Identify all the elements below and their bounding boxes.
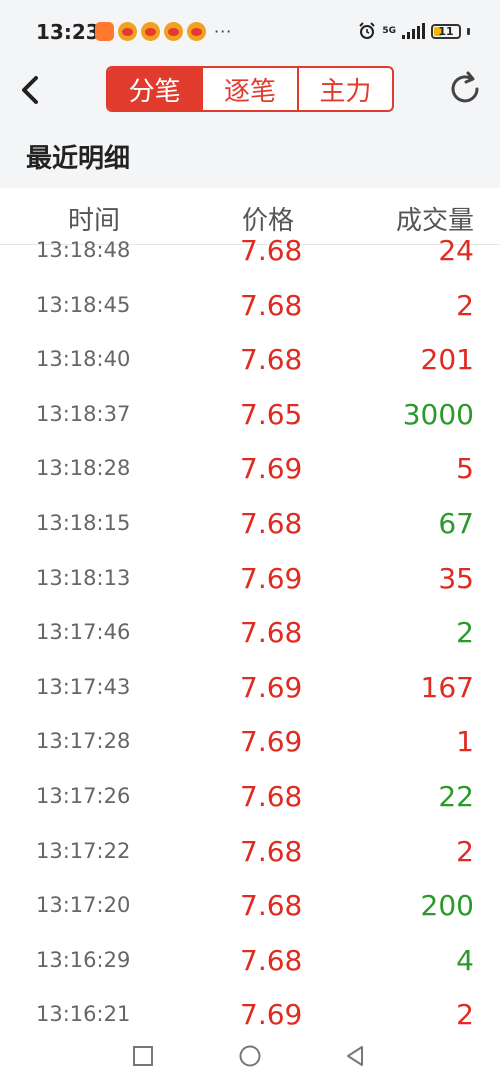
table-row: 13:17:28 7.69 1 bbox=[0, 717, 500, 772]
table-row: 13:16:21 7.69 2 bbox=[0, 990, 500, 1030]
trade-price: 7.69 bbox=[240, 725, 303, 759]
table-row: 13:17:20 7.68 200 bbox=[0, 881, 500, 936]
trade-price: 7.68 bbox=[240, 234, 303, 267]
weibo-icon bbox=[141, 22, 160, 41]
trade-time: 13:16:29 bbox=[36, 947, 131, 972]
trade-price: 7.69 bbox=[240, 452, 303, 486]
trade-list[interactable]: 13:18:48 7.68 24 13:18:45 7.68 2 13:18:40 7.68 2… bbox=[0, 228, 500, 1030]
trade-volume: 24 bbox=[438, 234, 474, 267]
system-icons: 5G 11 bbox=[358, 22, 470, 40]
table-row: 13:18:48 7.68 24 bbox=[0, 228, 500, 281]
signal-icon bbox=[402, 23, 425, 39]
refresh-icon bbox=[451, 71, 479, 103]
trade-time: 13:18:40 bbox=[36, 347, 131, 372]
network-type: 5G bbox=[382, 25, 396, 36]
trade-time: 13:17:46 bbox=[36, 620, 131, 645]
trade-time: 13:17:28 bbox=[36, 729, 131, 754]
trade-time: 13:17:26 bbox=[36, 783, 131, 808]
trade-time: 13:18:13 bbox=[36, 565, 131, 590]
back-nav-icon[interactable] bbox=[343, 1044, 367, 1068]
trade-volume: 67 bbox=[438, 506, 474, 540]
trade-time: 13:17:22 bbox=[36, 838, 131, 863]
trade-volume: 2 bbox=[456, 998, 474, 1030]
trade-price: 7.68 bbox=[240, 943, 303, 977]
table-row: 13:18:28 7.69 5 bbox=[0, 444, 500, 499]
table-row: 13:17:22 7.68 2 bbox=[0, 827, 500, 882]
tab-fenbi[interactable]: 分笔 bbox=[108, 68, 202, 110]
trade-time: 13:18:48 bbox=[36, 238, 131, 262]
trade-time: 13:18:15 bbox=[36, 510, 131, 535]
trade-volume: 3000 bbox=[402, 397, 474, 431]
trade-price: 7.69 bbox=[240, 561, 303, 595]
table-row: 13:17:46 7.68 2 bbox=[0, 608, 500, 663]
trade-time: 13:18:28 bbox=[36, 456, 131, 481]
battery-tip bbox=[467, 27, 470, 35]
trade-price: 7.68 bbox=[240, 343, 303, 377]
trade-volume: 35 bbox=[438, 561, 474, 595]
trade-price: 7.69 bbox=[240, 670, 303, 704]
trade-price: 7.68 bbox=[240, 616, 303, 650]
status-time: 13:23 bbox=[36, 20, 100, 44]
table-row: 13:18:15 7.68 67 bbox=[0, 499, 500, 554]
table-row: 13:18:37 7.65 3000 bbox=[0, 390, 500, 445]
table-row: 13:17:26 7.68 22 bbox=[0, 772, 500, 827]
trade-time: 13:17:20 bbox=[36, 893, 131, 918]
trade-volume: 2 bbox=[456, 288, 474, 322]
trade-time: 13:16:21 bbox=[36, 1002, 131, 1027]
table-row: 13:18:45 7.68 2 bbox=[0, 281, 500, 336]
battery-icon: 11 bbox=[431, 23, 461, 39]
table-row: 13:18:40 7.68 201 bbox=[0, 335, 500, 390]
home-icon[interactable] bbox=[238, 1044, 262, 1068]
trade-price: 7.69 bbox=[240, 998, 303, 1030]
table-row: 13:18:13 7.69 35 bbox=[0, 554, 500, 609]
shield-app-icon bbox=[95, 22, 114, 41]
more-notifications-icon: ··· bbox=[214, 22, 233, 41]
trade-price: 7.68 bbox=[240, 889, 303, 923]
notification-icons: ··· bbox=[95, 22, 232, 41]
trade-price: 7.65 bbox=[240, 397, 303, 431]
alarm-icon bbox=[359, 22, 376, 39]
trade-volume: 1 bbox=[456, 725, 474, 759]
header: 分笔 逐笔 主力 bbox=[0, 60, 500, 124]
section-header: 最近明细 bbox=[0, 124, 500, 188]
weibo-icon bbox=[118, 22, 137, 41]
tab-zhuli[interactable]: 主力 bbox=[296, 68, 392, 110]
section-title: 最近明细 bbox=[26, 144, 131, 174]
trade-volume: 2 bbox=[456, 616, 474, 650]
trade-price: 7.68 bbox=[240, 779, 303, 813]
weibo-icon bbox=[164, 22, 183, 41]
trade-price: 7.68 bbox=[240, 288, 303, 322]
recent-apps-icon[interactable] bbox=[131, 1044, 155, 1068]
trade-volume: 201 bbox=[420, 343, 474, 377]
table-row: 13:17:43 7.69 167 bbox=[0, 663, 500, 718]
weibo-icon bbox=[187, 22, 206, 41]
trade-volume: 2 bbox=[456, 834, 474, 868]
battery-level: 11 bbox=[438, 24, 454, 38]
tab-zhubi[interactable]: 逐笔 bbox=[201, 68, 296, 110]
trade-time: 13:17:43 bbox=[36, 674, 131, 699]
back-button[interactable] bbox=[14, 72, 50, 108]
trade-time: 13:18:37 bbox=[36, 401, 131, 426]
refresh-button[interactable] bbox=[446, 70, 484, 108]
table-row: 13:16:29 7.68 4 bbox=[0, 936, 500, 991]
trade-price: 7.68 bbox=[240, 506, 303, 540]
status-bar: 13:23 ··· 5G 11 bbox=[0, 0, 500, 60]
trade-price: 7.68 bbox=[240, 834, 303, 868]
trade-volume: 22 bbox=[438, 779, 474, 813]
trade-time: 13:18:45 bbox=[36, 292, 131, 317]
trade-volume: 200 bbox=[420, 889, 474, 923]
trade-volume: 167 bbox=[420, 670, 474, 704]
tab-bar: 分笔 逐笔 主力 bbox=[106, 66, 394, 112]
navigation-bar bbox=[0, 1030, 500, 1082]
chevron-left-icon bbox=[22, 76, 38, 104]
trade-volume: 5 bbox=[456, 452, 474, 486]
trade-volume: 4 bbox=[456, 943, 474, 977]
